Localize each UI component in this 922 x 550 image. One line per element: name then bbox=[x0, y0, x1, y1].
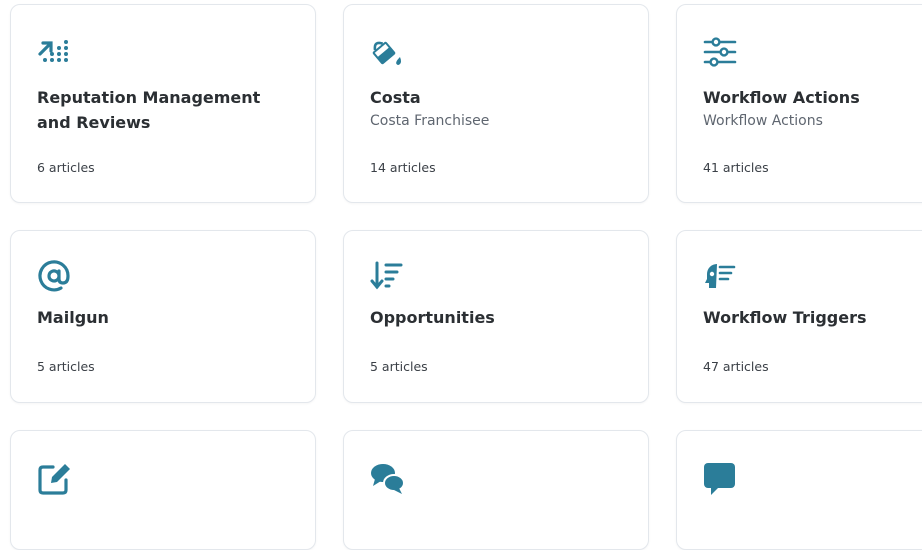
card-title: Costa bbox=[370, 88, 421, 107]
card-subtitle: Costa Franchisee bbox=[370, 113, 490, 129]
card-reputation-management[interactable]: Reputation Management and Reviews 6 arti… bbox=[10, 4, 316, 203]
article-count: 14 articles bbox=[370, 160, 436, 175]
article-count: 5 articles bbox=[37, 359, 95, 374]
card-mailgun[interactable]: Mailgun 5 articles bbox=[10, 230, 316, 403]
card-opportunities[interactable]: Opportunities 5 articles bbox=[343, 230, 649, 403]
chat-bubbles-icon bbox=[370, 461, 404, 495]
article-count: 41 articles bbox=[703, 160, 769, 175]
trending-chart-icon bbox=[37, 35, 71, 69]
article-count: 47 articles bbox=[703, 359, 769, 374]
card-row3-1[interactable] bbox=[10, 430, 316, 550]
card-title: Opportunities bbox=[370, 308, 495, 327]
card-workflow-triggers[interactable]: Workflow Triggers 47 articles bbox=[676, 230, 922, 403]
card-title: Workflow Actions bbox=[703, 88, 860, 107]
article-count: 5 articles bbox=[370, 359, 428, 374]
edit-icon bbox=[37, 461, 71, 495]
trigger-head-icon bbox=[703, 259, 737, 293]
sliders-icon bbox=[703, 35, 737, 69]
paint-bucket-icon bbox=[370, 35, 404, 69]
card-workflow-actions[interactable]: Workflow Actions Workflow Actions 41 art… bbox=[676, 4, 922, 203]
message-icon bbox=[703, 461, 737, 495]
at-sign-icon bbox=[37, 259, 71, 293]
card-row3-3[interactable] bbox=[676, 430, 922, 550]
card-title: Mailgun bbox=[37, 308, 109, 327]
card-row3-2[interactable] bbox=[343, 430, 649, 550]
card-title: Workflow Triggers bbox=[703, 308, 867, 327]
article-count: 6 articles bbox=[37, 160, 95, 175]
card-costa[interactable]: Costa Costa Franchisee 14 articles bbox=[343, 4, 649, 203]
sort-down-icon bbox=[370, 259, 404, 293]
card-subtitle: Workflow Actions bbox=[703, 113, 823, 129]
card-title: Reputation Management and Reviews bbox=[37, 88, 261, 132]
